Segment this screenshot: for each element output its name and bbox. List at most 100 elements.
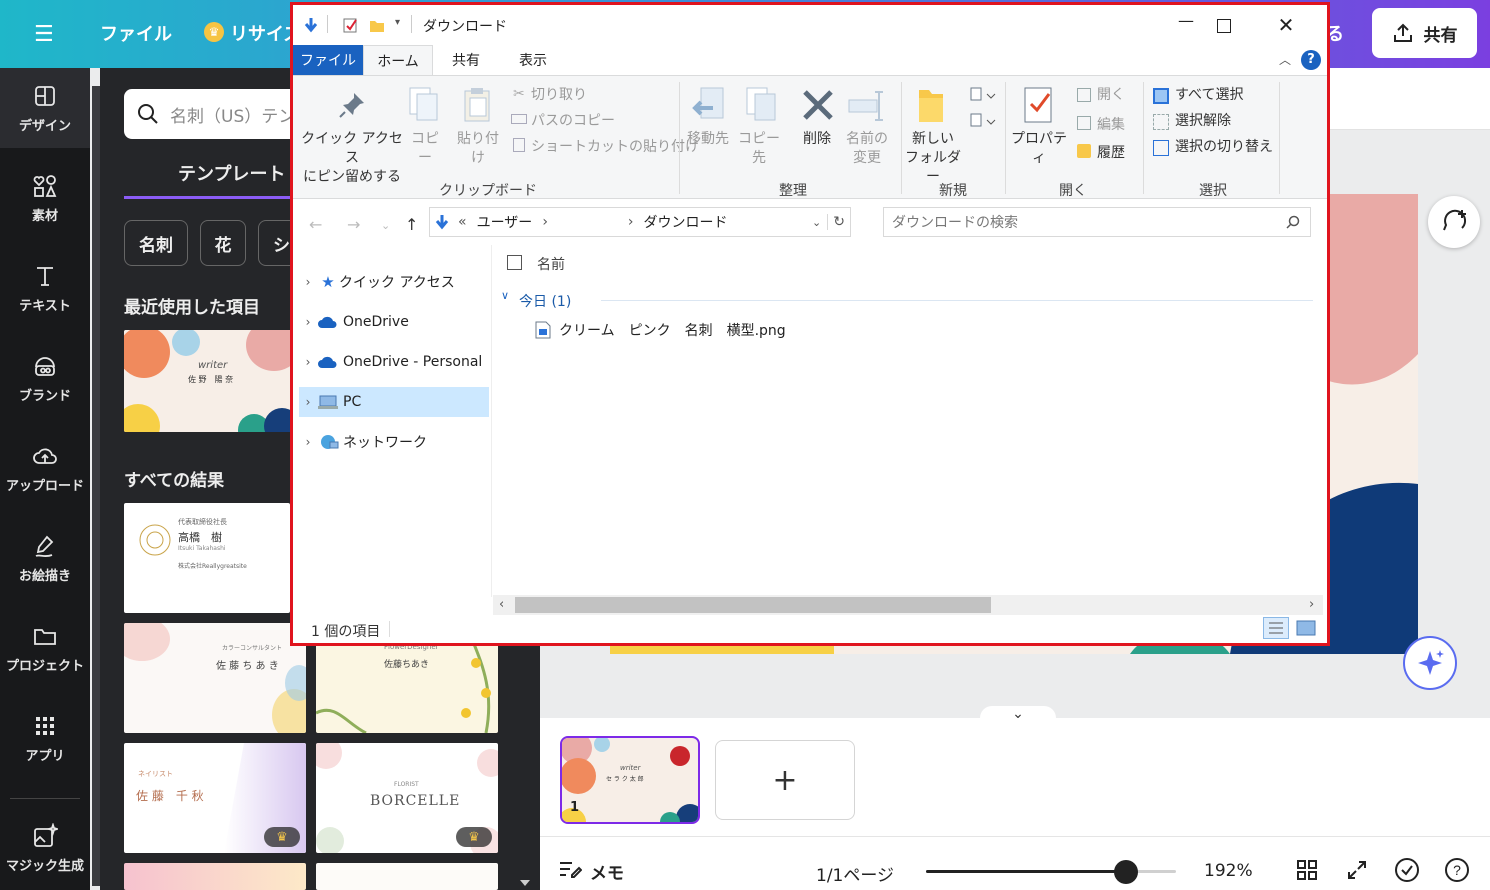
select-none-button[interactable]: 選択解除 (1175, 112, 1231, 131)
address-chevron-icon[interactable]: › (628, 214, 634, 230)
template-card[interactable]: カラーコンサルタント 佐 藤 ち あ き (124, 623, 306, 733)
address-segment-users[interactable]: ユーザー (477, 212, 533, 232)
collapse-ribbon-icon[interactable]: ︿ (1279, 51, 1291, 68)
search-box[interactable]: ダウンロードの検索 (883, 207, 1311, 237)
menu-icon[interactable]: ☰ (34, 22, 56, 47)
rename-button[interactable]: 名前の 変更 (843, 130, 891, 168)
rail-item-apps[interactable]: アプリ (0, 698, 90, 778)
properties-button[interactable]: プロパティ (1009, 130, 1069, 168)
pin-quick-access-button[interactable]: クイック アクセス にピン留めする (301, 130, 403, 187)
copy-to-button[interactable]: コピー先 (735, 130, 783, 168)
new-item-icon[interactable] (969, 84, 997, 134)
new-folder-button[interactable]: 新しい フォルダー (905, 130, 961, 187)
select-all-checkbox[interactable] (507, 255, 522, 270)
edit-button[interactable]: 編集 (1097, 116, 1125, 135)
expand-chevron-icon[interactable]: › (299, 395, 317, 409)
rail-scrollbar[interactable] (92, 86, 100, 886)
filter-chip[interactable]: 名刺 (124, 220, 188, 266)
properties-check-icon[interactable] (343, 17, 359, 33)
forward-arrow-icon[interactable]: → (347, 215, 360, 234)
file-menu[interactable]: ファイル (100, 20, 172, 46)
history-button[interactable]: 履歴 (1097, 144, 1125, 163)
open-button[interactable]: 開く (1097, 86, 1125, 105)
nav-item-pc[interactable]: › PC (299, 387, 489, 417)
tab-file[interactable]: ファイル (293, 45, 363, 75)
collapse-pages-chevron-icon[interactable]: ⌄ (980, 706, 1056, 730)
column-header-name[interactable]: 名前 (537, 254, 565, 274)
customize-toolbar-icon[interactable]: ▾ (395, 17, 400, 28)
scroll-right-icon[interactable]: › (1309, 597, 1314, 612)
address-chevron-icon[interactable]: › (542, 214, 548, 230)
close-button[interactable]: ✕ (1271, 10, 1301, 40)
rail-item-magic[interactable]: マジック生成 (0, 808, 90, 888)
address-bar[interactable]: « ユーザー › › ダウンロード ⌄ ↻ (429, 207, 851, 237)
rail-item-projects[interactable]: プロジェクト (0, 608, 90, 688)
add-page-button[interactable]: + (715, 740, 855, 820)
recent-locations-icon[interactable]: ⌄ (381, 219, 390, 232)
nav-item-network[interactable]: › ネットワーク (299, 427, 489, 457)
nav-item-onedrive-personal[interactable]: › OneDrive - Personal (299, 347, 489, 377)
delete-button[interactable]: 削除 (797, 130, 837, 149)
expand-chevron-icon[interactable]: › (299, 315, 317, 329)
cut-button[interactable]: 切り取り (531, 86, 587, 105)
paste-button[interactable]: 貼り付け (453, 130, 503, 168)
nav-item-quick-access[interactable]: › ★ クイック アクセス (299, 267, 489, 297)
recent-template-card[interactable]: writer 佐 野 陽 奈 (124, 330, 292, 432)
details-view-button[interactable] (1263, 617, 1289, 639)
tab-view[interactable]: 表示 (505, 45, 561, 75)
help-icon[interactable]: ? (1444, 857, 1470, 883)
large-icons-view-button[interactable] (1295, 619, 1317, 637)
select-all-button[interactable]: すべて選択 (1175, 86, 1243, 105)
expand-chevron-icon[interactable]: › (299, 355, 317, 369)
expand-chevron-icon[interactable]: › (299, 275, 317, 289)
scroll-thumb[interactable] (515, 597, 991, 613)
template-card[interactable]: ネイリスト 佐 藤 千 秋 ♛ (124, 743, 306, 853)
copy-button[interactable]: コピー (405, 130, 445, 168)
grid-view-icon[interactable] (1296, 859, 1318, 881)
rail-item-draw[interactable]: お絵描き (0, 518, 90, 598)
copy-path-button[interactable]: パスのコピー (531, 112, 615, 131)
filter-chip[interactable]: 花 (200, 220, 246, 266)
fullscreen-icon[interactable] (1346, 859, 1368, 881)
expand-chevron-icon[interactable]: › (299, 435, 317, 449)
notes-icon[interactable] (558, 859, 582, 879)
back-arrow-icon[interactable]: ← (309, 215, 322, 234)
scroll-left-icon[interactable]: ‹ (499, 597, 504, 612)
zoom-knob[interactable] (1114, 860, 1138, 884)
help-icon[interactable]: ? (1301, 50, 1321, 70)
template-card[interactable]: 代表取締役社長 高橋 樹 Itsuki Takahashi 株式会社Really… (124, 503, 290, 613)
search-input[interactable]: ダウンロードの検索 (892, 212, 1018, 232)
address-overflow[interactable]: « (458, 214, 467, 230)
zoom-level[interactable]: 192% (1204, 861, 1253, 881)
add-comment-button[interactable] (1428, 196, 1480, 248)
up-arrow-icon[interactable]: ↑ (405, 215, 418, 234)
page-thumbnail[interactable]: writer セ ラ ク 太 郎 1 (560, 736, 700, 824)
file-row[interactable]: クリーム ピンク 名刺 横型.png (535, 317, 975, 343)
notes-button[interactable]: メモ (590, 859, 624, 884)
check-circle-icon[interactable] (1394, 857, 1420, 883)
template-search[interactable]: 名刺（US）テン (124, 89, 304, 139)
address-segment-downloads[interactable]: ダウンロード (644, 212, 728, 232)
paste-shortcut-button[interactable]: ショートカットの貼り付け (531, 138, 699, 157)
rail-item-design[interactable]: デザイン (0, 68, 90, 148)
minimize-button[interactable]: — (1161, 8, 1211, 38)
group-collapse-chevron-icon[interactable]: ∨ (501, 289, 509, 302)
search-input[interactable]: 名刺（US）テン (170, 102, 295, 127)
invert-selection-button[interactable]: 選択の切り替え (1175, 138, 1273, 157)
magic-assistant-button[interactable] (1403, 636, 1457, 690)
address-dropdown-icon[interactable]: ⌄ (806, 216, 827, 229)
share-button[interactable]: 共有 (1372, 8, 1477, 58)
template-card[interactable] (316, 863, 498, 890)
template-card[interactable]: FLORIST BORCELLE ♛ (316, 743, 498, 853)
zoom-slider[interactable] (926, 860, 1176, 884)
move-to-button[interactable]: 移動先 (685, 130, 731, 149)
page-indicator[interactable]: 1/1ページ (816, 861, 894, 886)
rail-item-brand[interactable]: ブランド (0, 338, 90, 418)
new-folder-quick-icon[interactable] (369, 17, 385, 33)
tab-share[interactable]: 共有 (441, 45, 491, 75)
panel-scroll-down-icon[interactable] (520, 880, 530, 886)
rail-item-text[interactable]: テキスト (0, 248, 90, 328)
rail-item-elements[interactable]: 素材 (0, 158, 90, 238)
tab-home[interactable]: ホーム (363, 45, 433, 76)
nav-item-onedrive[interactable]: › OneDrive (299, 307, 489, 337)
